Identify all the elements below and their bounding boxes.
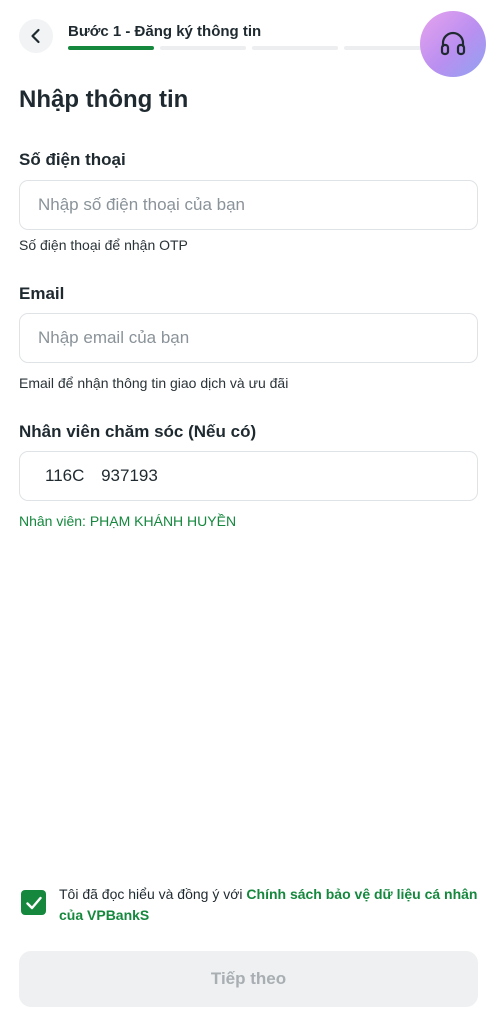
consent-statement: Tôi đã đọc hiểu và đồng ý với [59,886,247,902]
consent-text: Tôi đã đọc hiểu và đồng ý với Chính sách… [59,884,479,926]
staff-code-input[interactable] [20,452,477,500]
email-field[interactable] [19,313,478,363]
email-input[interactable] [20,314,477,362]
back-button[interactable] [19,19,53,53]
consent-checkbox[interactable] [21,890,46,915]
email-label: Email [19,284,65,303]
next-button[interactable]: Tiếp theo [19,951,478,1007]
email-helper-text: Email để nhận thông tin giao dịch và ưu … [19,375,289,391]
staff-field[interactable] [19,451,478,501]
staff-label: Nhân viên chăm sóc (Nếu có) [19,422,257,441]
step-title: Bước 1 - Đăng ký thông tin [68,23,262,40]
page-title: Nhập thông tin [19,86,189,113]
phone-helper-text: Số điện thoại để nhận OTP [19,237,188,253]
chevron-left-icon [31,28,40,44]
staff-name-text: Nhân viên: PHẠM KHÁNH HUYỀN [19,513,237,529]
phone-label: Số điện thoại [19,150,126,169]
progress-segment-2 [160,46,246,50]
phone-input[interactable] [20,181,477,229]
progress-segment-4 [344,46,430,50]
progress-segment-3 [252,46,338,50]
headset-icon [440,31,466,56]
support-button[interactable] [420,11,486,77]
header-bar: Bước 1 - Đăng ký thông tin [0,0,498,77]
phone-field[interactable] [19,180,478,230]
checkmark-icon [25,896,42,909]
progress-segment-1 [68,46,154,50]
step-progress-bar [68,46,430,50]
